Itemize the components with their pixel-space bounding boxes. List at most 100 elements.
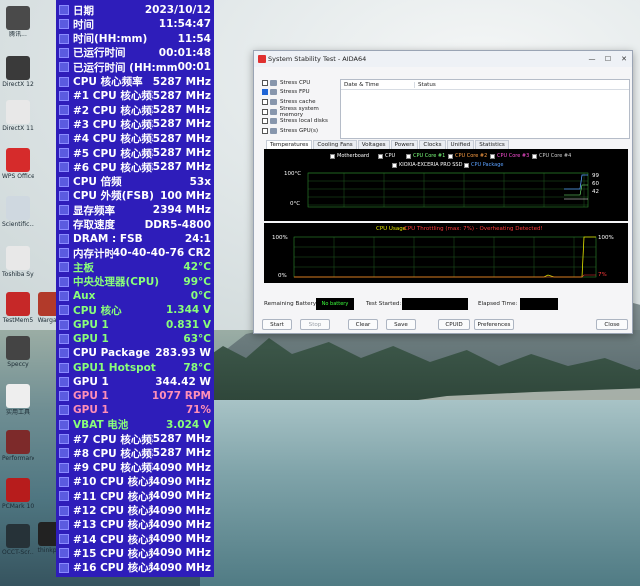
desktop-icon[interactable]: OCCT-Scr... [2,524,34,556]
osd-label: CPU 核心 [73,304,122,317]
start-button[interactable]: Start [262,319,292,330]
desktop-icon[interactable]: DirectX 11 [2,100,34,132]
osd-row: CPU 倍频 53x [56,175,214,189]
osd-row: GPU 1 0.831 V [56,318,214,332]
osd-label: 已运行时间 [73,47,126,60]
osd-bullet-icon [59,562,69,573]
close-window-button[interactable]: ✕ [616,51,632,67]
window-title: System Stability Test - AIDA64 [268,55,367,63]
tab-statistics[interactable]: Statistics [475,140,509,149]
osd-value: 40-40-40-76 CR2 [112,247,211,260]
osd-row: #1 CPU 核心频率5287 MHz [56,89,214,103]
stress-checkbox[interactable] [262,98,268,105]
tab-powers[interactable]: Powers [390,140,419,149]
osd-label: CPU 倍频 [73,176,122,189]
osd-row: 存取速度 DDR5-4800 [56,218,214,232]
osd-bullet-icon [59,90,69,101]
stress-option[interactable]: Stress GPU(s) [262,126,342,136]
stress-checkbox[interactable] [262,127,268,134]
maximize-button[interactable]: ☐ [600,51,616,67]
tab-unified[interactable]: Unified [446,140,475,149]
osd-label: #8 CPU 核心频率 [73,447,153,460]
desktop-icon[interactable]: DirectX 12 [2,56,34,88]
osd-value: 5287 MHz [152,118,211,131]
test-started-value [402,298,468,310]
osd-row: CPU 核心 1.344 V [56,303,214,317]
tab-temperatures[interactable]: Temperatures [266,140,313,149]
osd-bullet-icon [59,476,69,487]
osd-row: #10 CPU 核心频率4090 MHz [56,475,214,489]
hardware-icon [269,108,277,115]
save-button[interactable]: Save [386,319,416,330]
temperature-plot [307,172,589,208]
cpu-core-series [564,184,588,196]
hardware-icon [270,98,277,105]
stress-option[interactable]: Stress system memory [262,105,342,118]
osd-value: 0.831 V [166,318,211,331]
osd-bullet-icon [59,233,69,244]
osd-value: 5287 MHz [152,447,211,460]
stop-button[interactable]: Stop [300,319,330,330]
osd-row: GPU 1 1077 RPM [56,389,214,403]
desktop-icon[interactable]: Speccy [2,336,34,368]
tab-clocks[interactable]: Clocks [419,140,446,149]
desktop-icon[interactable]: Scientific... [2,196,34,228]
osd-label: #11 CPU 核心频率 [73,490,153,503]
stress-checkbox[interactable] [262,108,268,115]
desktop-icon-label: Speccy [7,361,29,368]
app-icon [6,384,30,408]
stress-checkbox[interactable] [262,89,268,96]
clear-button[interactable]: Clear [348,319,378,330]
close-button[interactable]: Close [596,319,628,330]
osd-value: 3.024 V [166,418,211,431]
elapsed-time-label: Elapsed Time: [478,301,518,307]
desktop-icon[interactable]: 实用工具 [2,384,34,416]
cpuid-button[interactable]: CPUID [438,319,470,330]
osd-value: 4090 MHz [152,533,211,546]
osd-bullet-icon [59,133,69,144]
desktop-icon[interactable]: PCMark 10 [2,478,34,510]
window-titlebar[interactable]: System Stability Test - AIDA64 — ☐ ✕ [254,51,632,67]
osd-label: #13 CPU 核心频率 [73,519,153,532]
osd-row: #3 CPU 核心频率5287 MHz [56,117,214,131]
desktop-icon[interactable]: Toshiba System [2,246,34,278]
stress-option[interactable]: Stress FPU [262,88,342,98]
hardware-icon [270,79,277,86]
osd-row: 中央处理器(CPU) 99°C [56,275,214,289]
osd-row: DRAM : FSB 24:1 [56,232,214,246]
osd-row: GPU 1 344.42 W [56,375,214,389]
osd-value: 5287 MHz [152,147,211,159]
tab-cooling-fans[interactable]: Cooling Fans [313,140,357,149]
desktop-icon[interactable]: 腾讯... [2,6,34,38]
test-started-label: Test Started: [366,301,402,307]
tab-voltages[interactable]: Voltages [357,140,390,149]
osd-bullet-icon [59,248,69,259]
desktop-icon[interactable]: TestMem5 [2,292,34,324]
cpu-usage-graph: CPU Usage CPU Throttling (max: 7%) - Ove… [264,223,628,283]
osd-value: 2394 MHz [152,204,211,217]
osd-bullet-icon [59,448,69,459]
osd-bullet-icon [59,333,69,344]
app-icon [6,56,30,80]
stress-option[interactable]: Stress local disks [262,116,342,126]
log-header-status[interactable]: Status [415,82,436,88]
osd-value: 4090 MHz [152,561,211,574]
osd-label: #12 CPU 核心频率 [73,505,153,517]
osd-bullet-icon [59,5,69,15]
hardware-icon [270,127,277,134]
desktop-icon-label: DirectX 12 [2,81,34,88]
osd-bullet-icon [59,190,69,201]
stress-checkbox[interactable] [262,79,268,86]
preferences-button[interactable]: Preferences [474,319,514,330]
log-header-date[interactable]: Date & Time [341,81,415,88]
osd-bullet-icon [59,491,69,502]
stress-option[interactable]: Stress CPU [262,78,342,88]
stress-options: Stress CPU Stress FPU Stress cache Stress s… [262,78,342,136]
osd-bullet-icon [59,391,69,402]
osd-bullet-icon [59,119,69,130]
stress-checkbox[interactable] [262,118,268,125]
desktop-icon[interactable]: Performance [2,430,34,462]
stress-option-label: Stress system memory [279,105,319,118]
minimize-button[interactable]: — [584,51,600,67]
desktop-icon[interactable]: WPS Office [2,148,34,180]
